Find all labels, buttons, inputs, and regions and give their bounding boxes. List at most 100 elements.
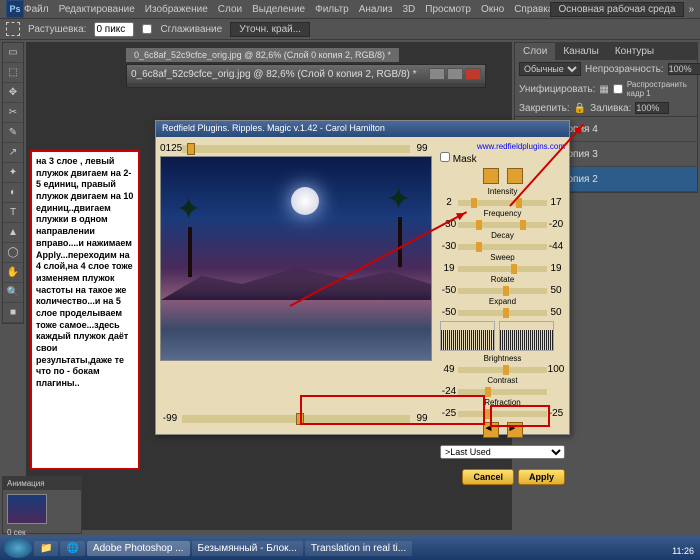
start-button[interactable] xyxy=(4,538,32,558)
intensity-slider[interactable] xyxy=(458,200,547,206)
menu-select[interactable]: Выделение xyxy=(252,4,305,15)
document-title: 0_6c8af_52c9cfce_orig.jpg @ 82,6% (Слой … xyxy=(131,69,417,80)
tool-hand[interactable]: ✋ xyxy=(3,263,23,283)
workspace-button[interactable]: Основная рабочая среда xyxy=(550,2,685,17)
refine-edge-button[interactable]: Уточн. край... xyxy=(230,22,310,37)
contrast-label: Contrast xyxy=(440,376,565,385)
clock[interactable]: 11:26 xyxy=(672,546,694,556)
menu-filter[interactable]: Фильтр xyxy=(315,4,349,15)
tool-zoom[interactable]: 🔍 xyxy=(3,283,23,303)
unify-icon[interactable]: ▦ xyxy=(599,84,608,95)
intensity-label: Intensity xyxy=(440,187,565,196)
tool-move[interactable]: ▭ xyxy=(3,43,23,63)
preset-icon[interactable] xyxy=(483,168,499,184)
mask-label: Mask xyxy=(453,154,477,165)
plugin-link[interactable]: www.redfieldplugins.com xyxy=(477,142,565,151)
brightness-label: Brightness xyxy=(440,354,565,363)
preset-select[interactable]: >Last Used xyxy=(440,445,565,459)
menu-help[interactable]: Справка xyxy=(514,4,553,15)
tool-shape[interactable]: ◯ xyxy=(3,243,23,263)
document-tab[interactable]: 0_6c8af_52c9cfce_orig.jpg @ 82,6% (Слой … xyxy=(126,48,399,62)
tool-text[interactable]: T xyxy=(3,203,23,223)
val: 19 xyxy=(440,263,458,274)
rotate-label: Rotate xyxy=(440,275,565,284)
menu-file[interactable]: Файл xyxy=(24,4,49,15)
decay-slider[interactable] xyxy=(458,244,547,250)
expand-slider[interactable] xyxy=(458,310,547,316)
bottom-left-val: -99 xyxy=(160,413,180,424)
val: 49 xyxy=(440,364,458,375)
tool-eyedropper[interactable]: ↗ xyxy=(3,143,23,163)
marquee-icon[interactable] xyxy=(6,22,20,36)
tool-pen[interactable]: ▲ xyxy=(3,223,23,243)
brightness-slider[interactable] xyxy=(458,367,547,373)
menu-window[interactable]: Окно xyxy=(481,4,504,15)
top-left-val: 0125 xyxy=(160,143,180,154)
taskbar-item[interactable]: Безымянный - Блок... xyxy=(192,541,303,556)
tool-heal[interactable]: ✦ xyxy=(3,163,23,183)
animation-panel: Анимация 0 сек xyxy=(2,476,82,534)
tool-brush[interactable]: ✎ xyxy=(3,123,23,143)
lock-icon[interactable]: 🔒 xyxy=(574,103,586,114)
opacity-input[interactable] xyxy=(668,63,700,75)
val: -30 xyxy=(440,241,458,252)
menu-edit[interactable]: Редактирование xyxy=(59,4,135,15)
close-button[interactable] xyxy=(465,68,481,80)
histogram xyxy=(499,321,554,351)
decay-label: Decay xyxy=(440,231,565,240)
val: 50 xyxy=(547,285,565,296)
taskbar-icon[interactable]: 🌐 xyxy=(60,541,84,556)
menu-analysis[interactable]: Анализ xyxy=(359,4,393,15)
menu-3d[interactable]: 3D xyxy=(402,4,415,15)
animation-tab[interactable]: Анимация xyxy=(3,477,81,490)
taskbar-item[interactable]: Adobe Photoshop ... xyxy=(87,541,190,556)
preset-icon[interactable] xyxy=(507,168,523,184)
val: 2 xyxy=(440,197,458,208)
menu-layers[interactable]: Слои xyxy=(218,4,242,15)
highlight-box xyxy=(300,395,485,425)
val: -44 xyxy=(547,241,565,252)
feather-input[interactable] xyxy=(94,22,134,37)
propagate-label: Распространить кадр 1 xyxy=(627,80,693,98)
tab-channels[interactable]: Каналы xyxy=(555,43,607,60)
tab-layers[interactable]: Слои xyxy=(515,43,555,60)
val: -50 xyxy=(440,307,458,318)
antialias-label: Сглаживание xyxy=(160,24,222,35)
menu-view[interactable]: Просмотр xyxy=(425,4,471,15)
fill-input[interactable] xyxy=(635,102,669,114)
frequency-slider[interactable] xyxy=(458,222,547,228)
propagate-checkbox[interactable] xyxy=(613,84,623,94)
moon xyxy=(291,187,319,215)
val: 17 xyxy=(547,197,565,208)
top-right-val: 99 xyxy=(412,143,432,154)
app-logo: Ps xyxy=(6,0,24,18)
antialias-checkbox[interactable] xyxy=(142,24,152,34)
sweep-slider[interactable] xyxy=(458,266,547,272)
rotate-slider[interactable] xyxy=(458,288,547,294)
menu-image[interactable]: Изображение xyxy=(145,4,208,15)
chevron-icon[interactable]: » xyxy=(688,4,694,15)
contrast-slider[interactable] xyxy=(458,389,547,395)
val: 19 xyxy=(547,263,565,274)
val: -20 xyxy=(547,219,565,230)
apply-button[interactable]: Apply xyxy=(518,469,565,485)
tab-paths[interactable]: Контуры xyxy=(607,43,662,60)
tool-crop[interactable]: ✂ xyxy=(3,103,23,123)
cancel-button[interactable]: Cancel xyxy=(462,469,514,485)
blend-mode-select[interactable]: Обычные xyxy=(519,62,581,76)
val: 100 xyxy=(547,364,565,375)
tool-lasso[interactable]: ✥ xyxy=(3,83,23,103)
tool-swatch[interactable]: ■ xyxy=(3,303,23,323)
top-slider[interactable] xyxy=(182,145,410,153)
mask-checkbox[interactable] xyxy=(440,152,450,162)
maximize-button[interactable] xyxy=(447,68,463,80)
taskbar-icon[interactable]: 📁 xyxy=(34,541,58,556)
tool-dodge[interactable]: ◐ xyxy=(3,183,23,203)
taskbar: 📁 🌐 Adobe Photoshop ... Безымянный - Бло… xyxy=(0,536,700,560)
preview-image xyxy=(160,156,432,361)
tool-marquee[interactable]: ⬚ xyxy=(3,63,23,83)
frame-thumb[interactable] xyxy=(7,494,47,524)
taskbar-item[interactable]: Translation in real ti... xyxy=(305,541,412,556)
minimize-button[interactable] xyxy=(429,68,445,80)
annotation-note: на 3 слое , левый плужок двигаем на 2-5 … xyxy=(30,150,140,470)
